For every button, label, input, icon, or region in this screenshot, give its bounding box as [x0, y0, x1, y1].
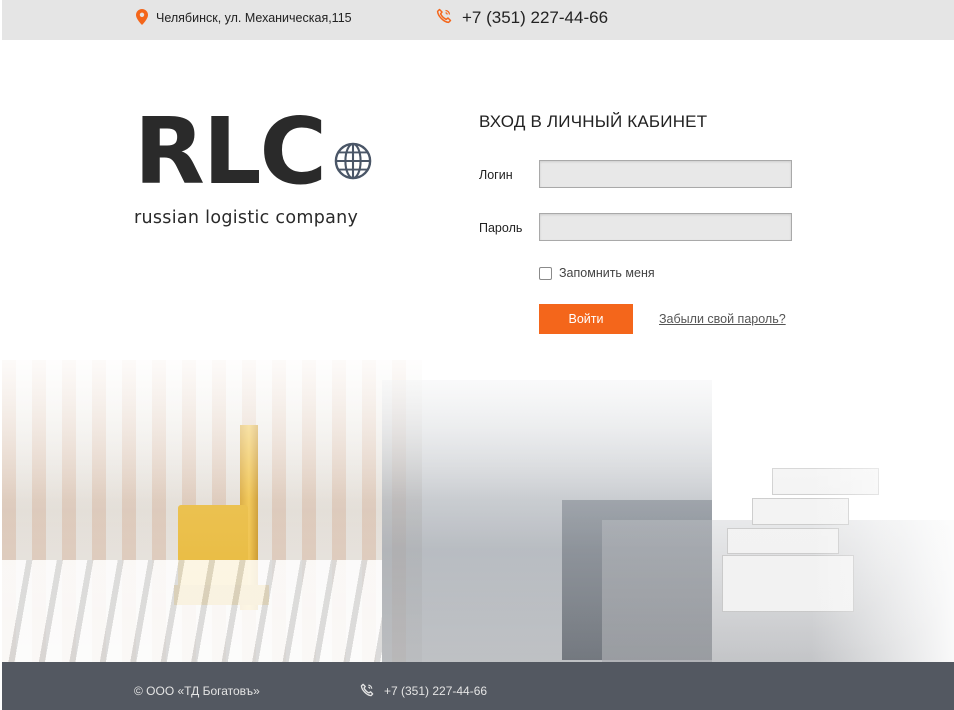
- password-input[interactable]: [539, 213, 792, 241]
- warehouse-background-image: [2, 300, 954, 662]
- logo-letters: RLC: [134, 98, 327, 205]
- address-text: Челябинск, ул. Механическая,115: [156, 11, 352, 25]
- header-phone[interactable]: +7 (351) 227-44-66: [436, 6, 608, 30]
- logo-tagline: russian logistic company: [134, 208, 359, 228]
- remember-label: Запомнить меня: [559, 266, 655, 280]
- login-button[interactable]: Войти: [539, 304, 633, 334]
- header-address: Челябинск, ул. Механическая,115: [136, 8, 352, 28]
- forgot-password-link[interactable]: Забыли свой пароль?: [659, 312, 786, 326]
- map-pin-icon: [136, 8, 148, 28]
- background-fade: [2, 300, 954, 662]
- company-logo: RLC russian logistic company: [134, 106, 374, 234]
- top-bar: Челябинск, ул. Механическая,115 +7 (351)…: [2, 0, 954, 40]
- phone-text: +7 (351) 227-44-66: [462, 8, 609, 27]
- login-title: ВХОД В ЛИЧНЫЙ КАБИНЕТ: [479, 112, 708, 131]
- footer-copyright: © ООО «ТД Богатовъ»: [134, 684, 260, 698]
- phone-icon: [360, 683, 374, 700]
- phone-icon: [436, 8, 452, 29]
- remember-checkbox[interactable]: [539, 266, 552, 280]
- footer-phone[interactable]: +7 (351) 227-44-66: [360, 682, 487, 700]
- remember-me[interactable]: Запомнить меня: [539, 264, 655, 282]
- footer-phone-text: +7 (351) 227-44-66: [384, 684, 488, 698]
- globe-icon: [334, 142, 372, 180]
- login-input[interactable]: [539, 160, 792, 188]
- login-label: Логин: [479, 168, 513, 182]
- password-label: Пароль: [479, 221, 523, 235]
- footer: © ООО «ТД Богатовъ» +7 (351) 227-44-66: [2, 662, 954, 710]
